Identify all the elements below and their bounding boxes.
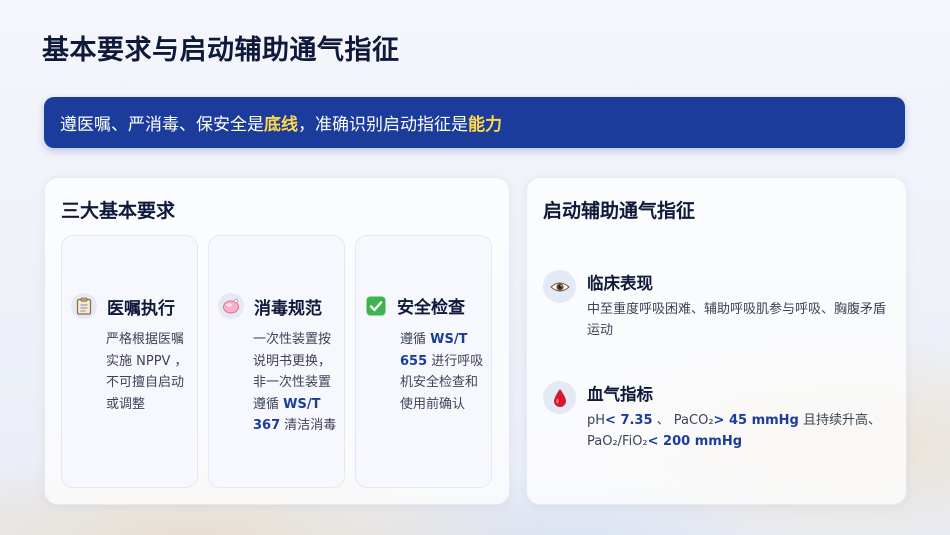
page-title: 基本要求与启动辅助通气指征 <box>42 35 400 66</box>
check-box-icon <box>365 295 387 317</box>
banner-text-1: 遵医嘱、严消毒、保安全是 <box>60 115 264 135</box>
blood-drop-icon <box>543 381 576 414</box>
card-description: 严格根据医嘱实施 NPPV ，不可擅自启动或调整 <box>106 332 188 412</box>
indication-description: pH< 7.35 、 PaCO₂> 45 mmHg 且持续升高、 PaO₂/Fi… <box>587 413 881 449</box>
indication-title: 血气指标 <box>587 385 653 404</box>
card-title: 消毒规范 <box>254 298 322 319</box>
clipboard-icon <box>71 293 97 319</box>
banner-text-2: ，准确识别启动指征是 <box>298 115 468 135</box>
soap-icon <box>218 293 244 319</box>
indications-heading: 启动辅助通气指征 <box>543 200 696 222</box>
requirements-heading: 三大基本要求 <box>61 200 176 222</box>
banner-highlight-1: 底线 <box>264 115 298 135</box>
card-description: 遵循 WS/T 655 进行呼吸机安全检查和使用前确认 <box>400 332 484 412</box>
eye-icon <box>543 270 576 303</box>
card-title: 安全检查 <box>397 298 465 318</box>
indication-title: 临床表现 <box>587 274 653 293</box>
banner-highlight-2: 能力 <box>468 115 502 135</box>
requirements-panel: 三大基本要求 医嘱执行 严格根据医嘱实施 NPPV ，不可擅自启动或调整 消毒规… <box>44 177 510 505</box>
requirement-card-orders: 医嘱执行 严格根据医嘱实施 NPPV ，不可擅自启动或调整 <box>61 235 198 488</box>
requirement-card-disinfection: 消毒规范 一次性装置按说明书更换，非一次性装置遵循 WS/T 367 清洁消毒 <box>208 235 345 488</box>
card-description: 一次性装置按说明书更换，非一次性装置遵循 WS/T 367 清洁消毒 <box>253 332 337 433</box>
key-message-banner: 遵医嘱、严消毒、保安全是 底线 ，准确识别启动指征是 能力 <box>44 97 905 148</box>
indication-description: 中至重度呼吸困难、辅助呼吸肌参与呼吸、胸腹矛盾运动 <box>587 302 887 338</box>
requirement-card-safety: 安全检查 遵循 WS/T 655 进行呼吸机安全检查和使用前确认 <box>355 235 492 488</box>
card-title: 医嘱执行 <box>107 298 175 319</box>
indications-panel: 启动辅助通气指征 临床表现 中至重度呼吸困难、辅助呼吸肌参与呼吸、胸腹矛盾运动 … <box>526 177 907 505</box>
